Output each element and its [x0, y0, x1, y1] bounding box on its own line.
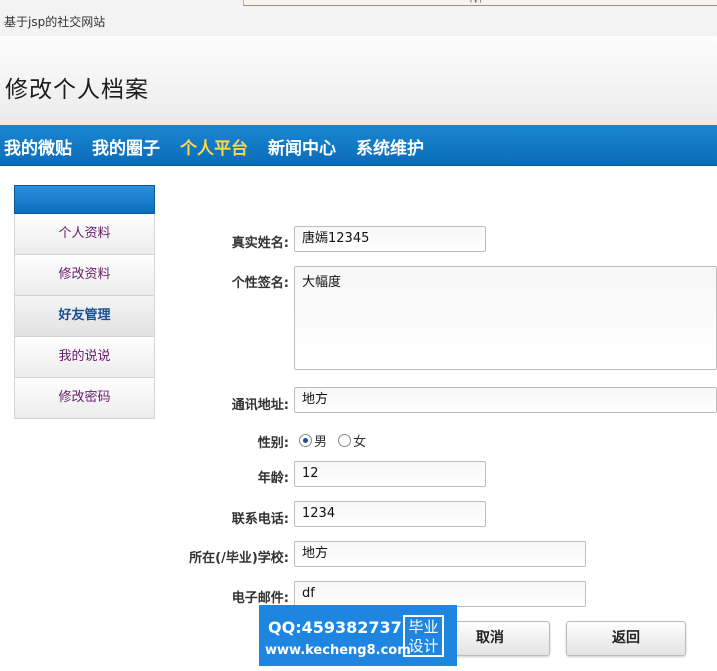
- school-label: 所在(/毕业)学校:: [189, 551, 289, 566]
- watermark-badge-line2: 设计: [408, 637, 439, 655]
- back-button[interactable]: 返回: [566, 621, 686, 656]
- gender-female-label: 女: [353, 435, 367, 450]
- nav-item-news[interactable]: 新闻中心: [268, 134, 336, 159]
- phone-label: 联系电话:: [231, 512, 289, 527]
- signature-textarea[interactable]: 大幅度: [294, 266, 717, 370]
- address-label: 通讯地址:: [231, 398, 289, 413]
- sidebar: 个人资料 修改资料 好友管理 我的说说 修改密码: [14, 185, 155, 419]
- nav-item-weitie[interactable]: 我的微贴: [4, 134, 72, 159]
- email-label: 电子邮件:: [231, 591, 289, 606]
- gender-male-radio[interactable]: [299, 434, 312, 447]
- watermark-badge-line1: 毕业: [408, 618, 439, 636]
- watermark-banner: QQ:459382737 www.kecheng8.com 毕业 设计: [259, 605, 457, 666]
- address-input[interactable]: 地方: [294, 387, 717, 413]
- age-input[interactable]: 12: [294, 461, 486, 487]
- real-name-label: 真实姓名:: [231, 236, 289, 251]
- sidebar-header: [14, 185, 155, 214]
- window-fragment-glyph: ᴒᴒ: [470, 0, 481, 6]
- nav-item-system[interactable]: 系统维护: [356, 134, 424, 159]
- school-input[interactable]: 地方: [294, 541, 586, 567]
- gender-male-label: 男: [314, 435, 328, 450]
- site-name: 基于jsp的社交网站: [4, 15, 106, 29]
- sidebar-item-friends[interactable]: 好友管理: [14, 296, 155, 337]
- nav-item-quanzi[interactable]: 我的圈子: [92, 134, 160, 159]
- email-input[interactable]: df: [294, 581, 586, 607]
- age-label: 年龄:: [257, 471, 289, 486]
- sidebar-item-moods[interactable]: 我的说说: [14, 337, 155, 378]
- phone-input[interactable]: 1234: [294, 501, 486, 527]
- real-name-input[interactable]: 唐嫣12345: [294, 226, 486, 252]
- watermark-site: www.kecheng8.com: [265, 643, 411, 658]
- main-nav: 我的微贴 我的圈子 个人平台 新闻中心 系统维护: [0, 125, 717, 166]
- page-title: 修改个人档案: [5, 77, 149, 103]
- watermark-badge: 毕业 设计: [403, 615, 444, 657]
- nav-item-personal-platform[interactable]: 个人平台: [180, 134, 248, 159]
- watermark-qq: QQ:459382737: [268, 618, 402, 637]
- signature-label: 个性签名:: [231, 276, 289, 291]
- gender-female-radio[interactable]: [338, 434, 352, 447]
- window-fragment: ᴒᴒ: [243, 0, 717, 6]
- gender-label: 性别:: [257, 436, 289, 451]
- gender-radio-group: 男 女: [299, 431, 373, 450]
